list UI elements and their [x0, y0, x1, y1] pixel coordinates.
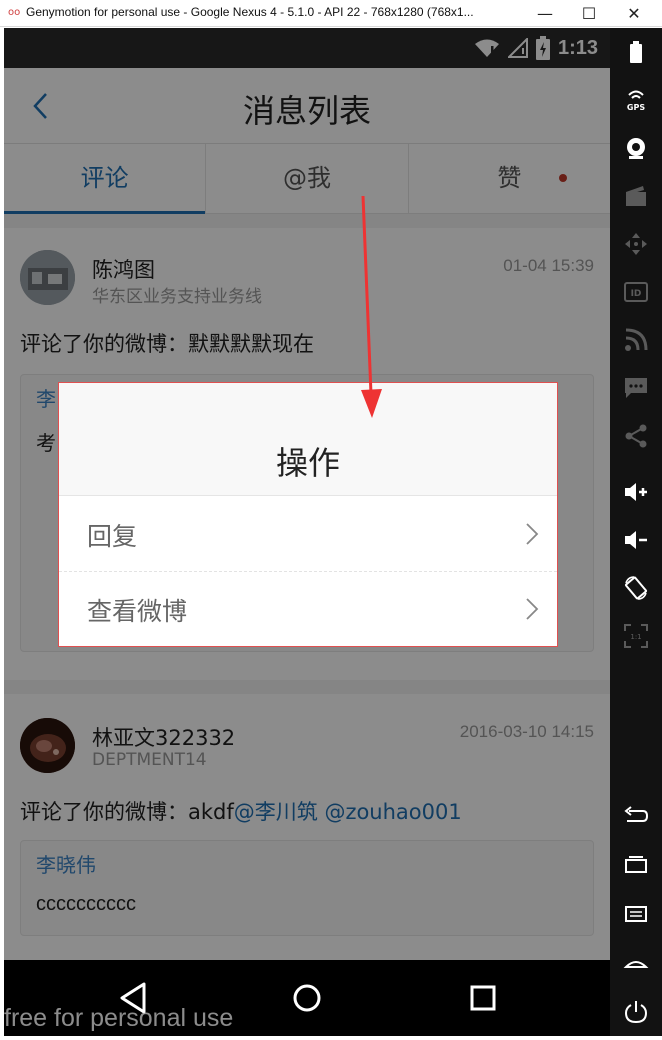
- battery-icon[interactable]: [620, 36, 652, 68]
- minimize-button[interactable]: —: [523, 0, 567, 27]
- chevron-right-icon: [526, 523, 539, 545]
- maximize-button[interactable]: ☐: [567, 0, 611, 27]
- sms-icon[interactable]: [620, 372, 652, 404]
- recent-apps-icon[interactable]: [620, 848, 652, 880]
- action-dialog: 操作 回复 查看微博: [58, 382, 558, 647]
- genymotion-sidebar: GPS ID 1:1: [610, 28, 662, 1036]
- gps-icon[interactable]: GPS: [620, 84, 652, 116]
- genymotion-logo-icon: oo: [8, 7, 21, 18]
- volume-up-icon[interactable]: [620, 476, 652, 508]
- reply-label: 回复: [87, 522, 138, 551]
- home-circle-icon[interactable]: [287, 978, 327, 1018]
- view-weibo-label: 查看微博: [87, 597, 188, 626]
- watermark: free for personal use: [4, 1004, 234, 1032]
- recents-square-icon[interactable]: [463, 978, 503, 1018]
- dialog-title: 操作: [275, 444, 340, 482]
- reply-option[interactable]: 回复: [59, 497, 557, 572]
- home-icon[interactable]: [620, 948, 652, 980]
- view-weibo-option[interactable]: 查看微博: [59, 572, 557, 647]
- window-titlebar: oo Genymotion for personal use - Google …: [0, 0, 662, 27]
- svg-text:ID: ID: [631, 289, 642, 299]
- id-icon[interactable]: ID: [620, 276, 652, 308]
- back-icon[interactable]: [620, 800, 652, 832]
- dpad-icon[interactable]: [620, 228, 652, 260]
- svg-text:GPS: GPS: [627, 103, 645, 112]
- volume-down-icon[interactable]: [620, 524, 652, 556]
- share-icon[interactable]: [620, 420, 652, 452]
- chevron-right-icon: [526, 598, 539, 620]
- scale-icon[interactable]: 1:1: [620, 620, 652, 652]
- menu-icon[interactable]: [620, 898, 652, 930]
- webcam-icon[interactable]: [620, 132, 652, 164]
- device-screen: 1:13 消息列表 评论 @我 赞 陈鸿图 华东区业务支持业务线 01-04 1…: [4, 28, 610, 1036]
- close-window-button[interactable]: ✕: [612, 0, 656, 27]
- rss-icon[interactable]: [620, 324, 652, 356]
- capture-icon[interactable]: [620, 180, 652, 212]
- rotate-icon[interactable]: [620, 572, 652, 604]
- window-title: Genymotion for personal use - Google Nex…: [26, 5, 474, 19]
- dialog-header: 操作: [59, 383, 557, 496]
- power-icon[interactable]: [620, 996, 652, 1028]
- svg-text:1:1: 1:1: [630, 633, 641, 641]
